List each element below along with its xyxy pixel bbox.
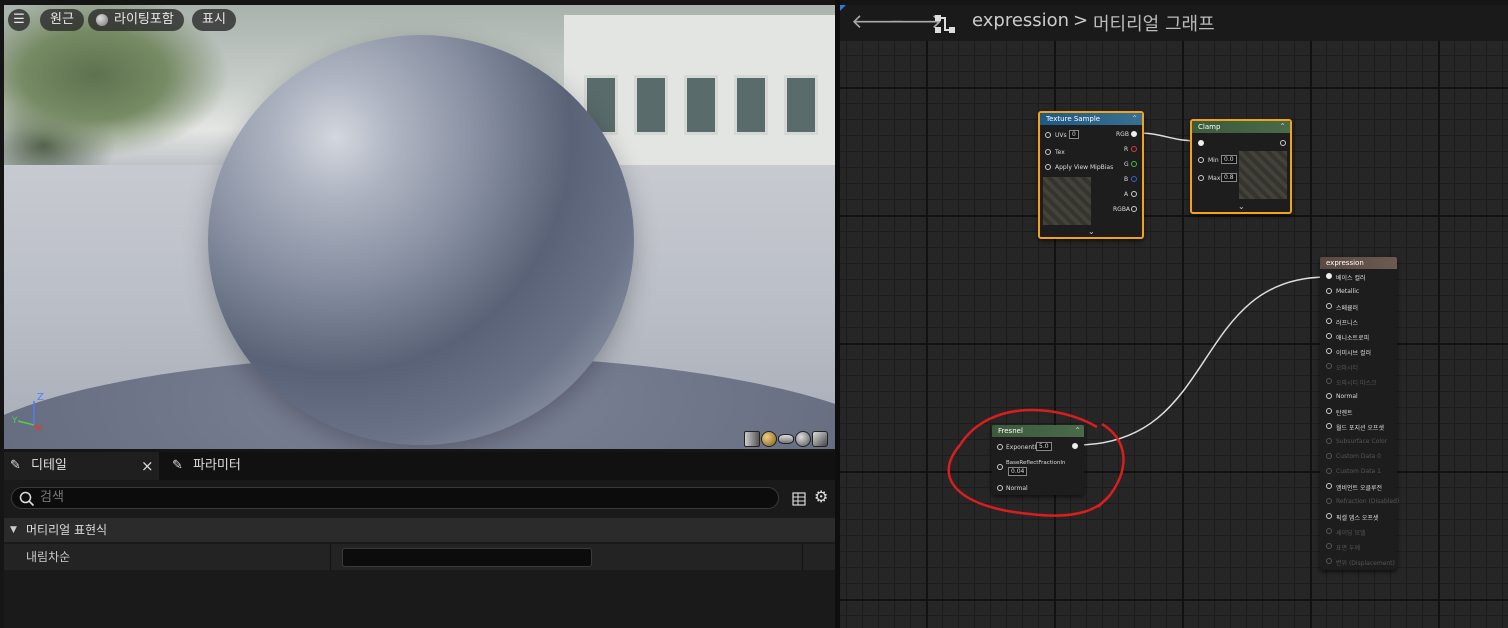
pin-label-rgb: RGB xyxy=(1116,131,1129,138)
base-reflect-value[interactable]: 0.04 xyxy=(1008,467,1028,476)
result-pin[interactable] xyxy=(1326,483,1332,489)
pin-label-mipbias: Apply View MipBias xyxy=(1055,164,1114,171)
result-pin[interactable] xyxy=(1326,318,1332,324)
result-pin-label: 스페큘러 xyxy=(1336,305,1359,312)
result-pin-label: Refraction (Disabled) xyxy=(1336,498,1400,505)
pin-label-max: Max xyxy=(1208,175,1221,182)
pin-rgba-out[interactable] xyxy=(1131,206,1137,212)
pin-label-exponent: ExponentIn xyxy=(1006,444,1041,451)
wire-rgb-to-clamp xyxy=(1135,132,1199,142)
node-texture-sample[interactable]: Texture Sample ⌃ UVs 0 Tex Apply View Mi… xyxy=(1038,111,1144,239)
result-pin-label: 오파시티 xyxy=(1336,365,1359,372)
result-pin[interactable] xyxy=(1326,543,1332,549)
pin-label-rgba: RGBA xyxy=(1113,206,1131,213)
result-pin[interactable] xyxy=(1326,513,1332,519)
result-pin-label: 탄젠트 xyxy=(1336,410,1353,417)
texture-thumbnail xyxy=(1239,151,1287,199)
result-pin-label: 오파시티 마스크 xyxy=(1336,380,1377,387)
chevron-up-icon[interactable]: ⌃ xyxy=(1279,122,1286,131)
pin-b-out[interactable] xyxy=(1131,176,1137,182)
result-pin-label: Subsurface Color xyxy=(1336,438,1388,445)
result-pin[interactable] xyxy=(1326,333,1332,339)
red-annotation-tail xyxy=(1097,494,1111,508)
pin-label-min: Min xyxy=(1208,157,1219,164)
result-pin[interactable] xyxy=(1326,303,1332,309)
node-title: Clamp xyxy=(1192,121,1290,133)
min-value[interactable]: 0.0 xyxy=(1221,155,1237,164)
result-pin-label: 이미시브 컬러 xyxy=(1336,350,1372,357)
pin-label-base-reflect: BaseReflectFractionIn xyxy=(1006,460,1066,466)
node-title: Fresnel xyxy=(992,425,1084,437)
result-pin[interactable] xyxy=(1326,288,1332,294)
texture-thumbnail xyxy=(1043,177,1091,225)
pin-label-normal: Normal xyxy=(1006,485,1028,492)
result-pin-label: Custom Data 1 xyxy=(1336,468,1381,475)
pin-label-tex: Tex xyxy=(1055,149,1065,156)
pin-apply-view-mipbias[interactable] xyxy=(1045,164,1051,170)
result-pin[interactable] xyxy=(1326,468,1332,474)
result-pin[interactable] xyxy=(1326,273,1332,279)
node-title: expression xyxy=(1320,257,1397,269)
pin-exponent-in[interactable] xyxy=(997,444,1003,450)
result-pin-label: Metallic xyxy=(1336,288,1360,295)
pin-label-b: B xyxy=(1124,176,1129,183)
result-pin-label: 앰비언트 오클루전 xyxy=(1336,485,1383,492)
result-pin-label: 베이스 컬러 xyxy=(1336,275,1366,282)
result-pin[interactable] xyxy=(1326,408,1332,414)
chevron-down-icon[interactable]: ⌄ xyxy=(1238,202,1245,211)
max-value[interactable]: 0.8 xyxy=(1221,173,1237,182)
result-pin[interactable] xyxy=(1326,363,1332,369)
result-pin-label: Normal xyxy=(1336,393,1358,400)
node-title: Texture Sample xyxy=(1040,113,1142,125)
result-pin[interactable] xyxy=(1326,453,1332,459)
pin-label-g: G xyxy=(1124,161,1129,168)
result-pin[interactable] xyxy=(1326,498,1332,504)
exponent-value[interactable]: 5.0 xyxy=(1036,442,1052,451)
node-fresnel[interactable]: Fresnel ⌃ ExponentIn 5.0 BaseReflectFrac… xyxy=(992,425,1084,495)
result-pin[interactable] xyxy=(1326,558,1332,564)
result-pin-label: 변위 (Displacement) xyxy=(1336,560,1395,567)
result-pin[interactable] xyxy=(1326,378,1332,384)
chevron-up-icon[interactable]: ⌃ xyxy=(1131,114,1138,123)
pin-base-reflect[interactable] xyxy=(997,464,1003,470)
result-pin-label: 픽셀 뎁스 오프셋 xyxy=(1336,515,1379,522)
result-pin[interactable] xyxy=(1326,528,1332,534)
pin-tex[interactable] xyxy=(1045,149,1051,155)
pin-label-a: A xyxy=(1124,191,1129,198)
pin-clamp-out[interactable] xyxy=(1280,140,1286,146)
pin-min[interactable] xyxy=(1198,157,1204,163)
node-expression-result[interactable]: expression 베이스 컬러 Metallic 스페큘러러프니스애니소트로피이… xyxy=(1320,257,1400,570)
pin-r-out[interactable] xyxy=(1131,146,1137,152)
result-pin-label: 애니소트로피 xyxy=(1336,335,1370,342)
result-pin-label: 셰이딩 모델 xyxy=(1336,530,1366,537)
pin-label-uvs: UVs xyxy=(1055,132,1067,139)
pin-a-out[interactable] xyxy=(1131,191,1137,197)
chevron-up-icon[interactable]: ⌃ xyxy=(1074,426,1081,435)
pin-g-out[interactable] xyxy=(1131,161,1137,167)
result-pin[interactable] xyxy=(1326,438,1332,444)
result-pin-label: 표면 두께 xyxy=(1336,545,1360,552)
result-pin-label: Custom Data 0 xyxy=(1336,453,1381,460)
pin-uvs[interactable] xyxy=(1045,132,1051,138)
pin-fresnel-out[interactable] xyxy=(1072,443,1078,449)
graph-wires xyxy=(947,132,1328,517)
result-pin-label: 월드 포지션 오프셋 xyxy=(1336,425,1384,432)
pin-max[interactable] xyxy=(1198,175,1204,181)
node-clamp[interactable]: Clamp ⌃ Min 0.0 Max 0.8 ⌄ xyxy=(1190,119,1292,214)
result-pin-label: 러프니스 xyxy=(1336,320,1359,327)
result-pin[interactable] xyxy=(1326,423,1332,429)
chevron-down-icon[interactable]: ⌄ xyxy=(1088,227,1095,236)
pin-normal[interactable] xyxy=(997,485,1003,491)
result-pin[interactable] xyxy=(1326,393,1332,399)
pin-rgb-out[interactable] xyxy=(1131,131,1137,137)
result-pin[interactable] xyxy=(1326,348,1332,354)
wire-fresnel-to-base-color xyxy=(1075,276,1328,446)
pin-clamp-in[interactable] xyxy=(1198,140,1204,146)
pin-label-r: R xyxy=(1124,146,1129,153)
uvs-value[interactable]: 0 xyxy=(1069,130,1079,139)
